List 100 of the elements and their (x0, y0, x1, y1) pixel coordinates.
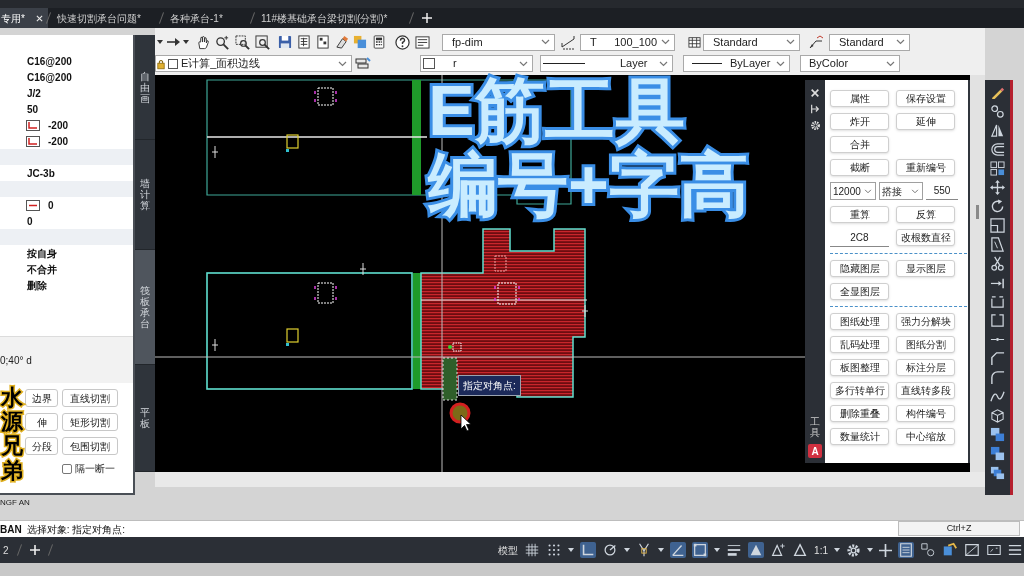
paint-block-icon[interactable] (942, 542, 958, 558)
help-icon[interactable] (395, 34, 410, 50)
dimension-style-dropdown[interactable]: T 100_100 (580, 33, 675, 51)
pin-icon[interactable] (810, 104, 820, 114)
tool-button[interactable]: 延伸 (896, 113, 955, 130)
caret-icon[interactable] (624, 548, 631, 552)
settings-icon[interactable] (809, 120, 821, 131)
shapes-icon[interactable] (920, 542, 936, 558)
dimension-icon[interactable] (560, 34, 576, 50)
text-lines-icon[interactable] (415, 35, 430, 49)
tool-button[interactable]: 删除重叠 (830, 405, 889, 422)
eraser-icon[interactable] (335, 35, 349, 49)
side-tab[interactable]: 筏板承台 (135, 250, 155, 365)
model-button[interactable]: 模型 (498, 542, 519, 558)
angle-icon[interactable] (670, 542, 687, 558)
plot-style-dropdown[interactable]: ByColor (800, 55, 900, 72)
plus-icon[interactable] (29, 545, 40, 555)
lineweight-dropdown[interactable]: ByLayer (683, 55, 790, 72)
scale-button[interactable]: 1:1 (814, 542, 828, 558)
frame-icon[interactable] (986, 542, 1002, 558)
caret-icon[interactable] (714, 548, 721, 552)
tool-button[interactable]: 全显图层 (830, 283, 889, 300)
tool-button[interactable]: 重算 (830, 206, 889, 223)
triangle-outline-icon[interactable] (792, 542, 809, 558)
triangles-icon[interactable] (990, 123, 1005, 138)
caret-icon[interactable] (568, 548, 575, 552)
offset-arcs-icon[interactable] (990, 142, 1005, 157)
tool-button[interactable]: 乱码处理 (830, 336, 889, 353)
tool-button[interactable]: 矩形切割 (62, 413, 118, 431)
file-tab[interactable]: 专用* (0, 8, 48, 28)
open-frame-icon[interactable] (990, 313, 1005, 328)
current-layer-dropdown[interactable]: E计算_面积边线 (155, 55, 352, 72)
stacked-squares-icon[interactable] (990, 446, 1005, 461)
tool-button[interactable]: 直线转多段 (896, 382, 955, 399)
tool-button[interactable]: 多行转单行 (830, 382, 889, 399)
tool-button[interactable]: 分段 (25, 437, 58, 455)
file-tab[interactable]: 快速切割承台问题* (49, 8, 161, 28)
triangle-icon[interactable] (748, 542, 765, 558)
menu-icon[interactable] (1008, 543, 1022, 557)
document-icon[interactable] (316, 35, 330, 49)
layers-icon[interactable] (355, 56, 371, 71)
tool-button[interactable]: 合并 (830, 136, 889, 153)
selection-box-icon[interactable] (692, 542, 709, 558)
stacked-squares-icon[interactable] (990, 465, 1005, 480)
settings-icon[interactable] (846, 542, 861, 558)
dropdown[interactable]: 搭接 (879, 182, 923, 200)
rotate-icon[interactable] (990, 199, 1005, 214)
tool-button[interactable]: 板图整理 (830, 359, 889, 376)
text-style-dropdown[interactable]: fp-dim (442, 33, 555, 51)
circles-icon[interactable] (990, 104, 1005, 119)
tool-button[interactable]: 伸 (25, 413, 58, 431)
tool-button[interactable]: 炸开 (830, 113, 889, 130)
file-tab[interactable]: 各种承台-1* (162, 8, 252, 28)
caret-icon[interactable] (867, 548, 873, 552)
tool-button[interactable]: 强力分解块 (896, 313, 955, 330)
triangle-plus-icon[interactable] (770, 542, 787, 558)
sheet-icon[interactable] (297, 35, 311, 49)
chamfer-icon[interactable] (990, 351, 1005, 366)
zoom-icon[interactable] (215, 34, 230, 50)
tool-button[interactable]: 中心缩放 (896, 428, 955, 445)
table-icon[interactable] (688, 36, 701, 48)
tool-button[interactable]: 数量统计 (830, 428, 889, 445)
tool-button[interactable]: 重新编号 (896, 159, 955, 176)
zoom-extents-icon[interactable] (255, 34, 270, 50)
stacked-squares-icon[interactable] (990, 427, 1005, 442)
fillet-icon[interactable] (990, 370, 1005, 385)
tool-button[interactable]: 标注分层 (896, 359, 955, 376)
pencil-icon[interactable] (990, 85, 1005, 100)
s-curve-icon[interactable] (990, 389, 1005, 404)
tool-button[interactable]: 图纸分割 (896, 336, 955, 353)
leader-icon[interactable] (808, 34, 824, 50)
plus-icon[interactable] (422, 13, 432, 23)
tool-button[interactable]: 直线切割 (62, 389, 118, 407)
caret-icon[interactable] (658, 548, 665, 552)
color-dropdown[interactable]: r (420, 55, 533, 72)
plus-icon[interactable] (879, 543, 892, 557)
tool-button[interactable]: 保存设置 (896, 90, 955, 107)
scrollbar-thumb[interactable] (976, 205, 979, 219)
table-style-dropdown[interactable]: Standard (703, 33, 800, 51)
tool-button[interactable]: 隐藏图层 (830, 260, 889, 277)
multileader-style-dropdown[interactable]: Standard (829, 33, 910, 51)
lineweight-icon[interactable] (726, 542, 743, 558)
cube-icon[interactable] (990, 408, 1005, 423)
tool-button[interactable]: 构件编号 (896, 405, 955, 422)
layout-tab[interactable]: 2 (0, 542, 9, 558)
stretch-icon[interactable] (990, 237, 1005, 252)
hand-icon[interactable] (196, 34, 211, 50)
close-icon[interactable] (36, 14, 43, 22)
close-icon[interactable] (810, 88, 820, 98)
checkbox[interactable] (62, 463, 72, 474)
caret-icon[interactable] (157, 40, 163, 44)
open-box-icon[interactable] (990, 294, 1005, 309)
zoom-window-icon[interactable] (235, 34, 250, 50)
crossed-frame-icon[interactable] (964, 542, 980, 558)
tool-button[interactable]: 反算 (896, 206, 955, 223)
tool-button[interactable]: 截断 (830, 159, 889, 176)
caret-icon[interactable] (834, 548, 840, 552)
tool-button[interactable]: 显示图层 (896, 260, 955, 277)
file-tab[interactable]: 11#楼基础承台梁切割(分割)* (253, 8, 411, 28)
caret-icon[interactable] (183, 40, 189, 44)
